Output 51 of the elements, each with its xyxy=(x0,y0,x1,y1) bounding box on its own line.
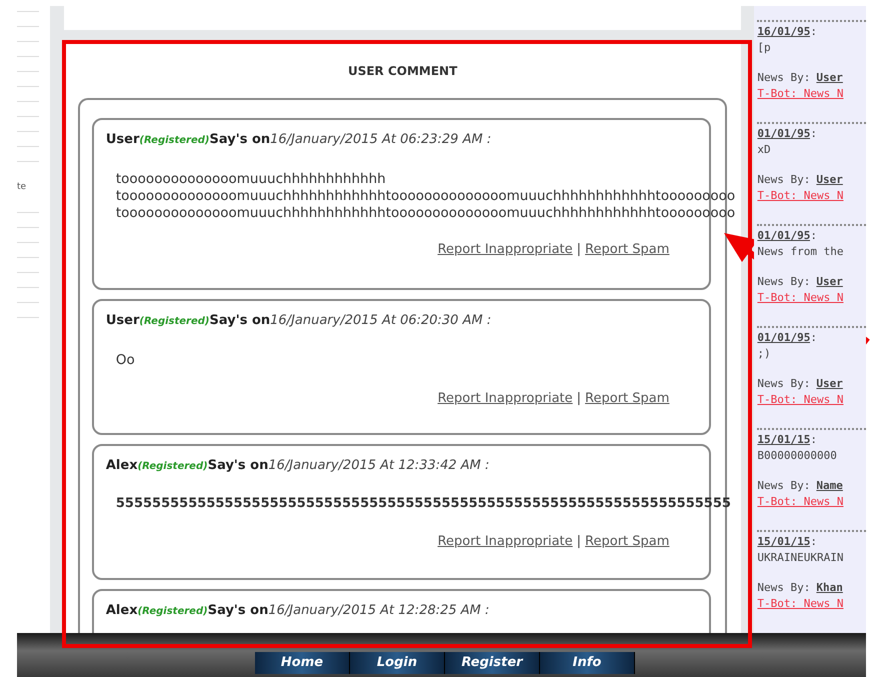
nav-tab[interactable]: Info xyxy=(540,652,635,674)
section-title: USER COMMENT xyxy=(346,64,458,78)
report-link[interactable]: Report Spam xyxy=(585,242,670,257)
nav-tab[interactable]: Login xyxy=(350,652,445,674)
report-link[interactable]: Report Spam xyxy=(585,391,670,406)
comment-date: 16/January/2015 At 12:28:25 AM : xyxy=(268,603,490,618)
comment-text: Oo xyxy=(116,352,135,369)
author-link[interactable]: Name xyxy=(816,479,843,492)
author-link[interactable]: User xyxy=(816,275,843,288)
news-date[interactable]: 15/01/15 xyxy=(757,535,810,548)
report-link[interactable]: Report Inappropriate xyxy=(438,242,573,257)
news-by-label: News By: xyxy=(757,377,810,390)
user-status: (Registered) xyxy=(138,606,208,617)
nav-tab[interactable]: Home xyxy=(255,652,350,674)
news-date[interactable]: 01/01/95 xyxy=(757,331,810,344)
author-name: User xyxy=(106,132,140,147)
says-label: Say's on xyxy=(208,458,268,473)
comment-date: 16/January/2015 At 06:20:30 AM : xyxy=(270,313,492,328)
author-name: Alex xyxy=(106,458,138,473)
report-link[interactable]: Report Inappropriate xyxy=(438,391,573,406)
link-separator: | xyxy=(576,534,582,549)
says-label: Say's on xyxy=(208,603,268,618)
author-name: User xyxy=(106,313,140,328)
comment-date: 16/January/2015 At 06:23:29 AM : xyxy=(270,132,492,147)
cut-text: te xyxy=(17,182,28,192)
nav-tab[interactable]: Register xyxy=(445,652,540,674)
news-date[interactable]: 15/01/15 xyxy=(757,433,810,446)
report-link[interactable]: Report Inappropriate xyxy=(438,534,573,549)
link-separator: | xyxy=(576,391,582,406)
says-label: Say's on xyxy=(210,313,270,328)
report-link[interactable]: Report Spam xyxy=(585,534,670,549)
user-status: (Registered) xyxy=(138,461,208,472)
author-link[interactable]: User xyxy=(816,377,843,390)
author-link[interactable]: User xyxy=(816,71,843,84)
news-by-label: News By: xyxy=(757,173,810,186)
author-link[interactable]: User xyxy=(816,173,843,186)
comment-text: toooooooooooooomuuuchhhhhhhhhhhh xyxy=(116,171,386,188)
news-date[interactable]: 01/01/95 xyxy=(757,127,810,140)
link-separator: | xyxy=(576,242,582,257)
news-by-label: News By: xyxy=(757,275,810,288)
user-status: (Registered) xyxy=(139,316,210,327)
news-by-label: News By: xyxy=(757,581,810,594)
news-by-label: News By: xyxy=(757,479,810,492)
says-label: Say's on xyxy=(210,132,270,147)
news-date[interactable]: 16/01/95 xyxy=(757,25,810,38)
news-by-label: News By: xyxy=(757,71,810,84)
user-status: (Registered) xyxy=(139,135,210,146)
author-link[interactable]: Khan xyxy=(816,581,843,594)
news-date[interactable]: 01/01/95 xyxy=(757,229,810,242)
comment-date: 16/January/2015 At 12:33:42 AM : xyxy=(268,458,490,473)
author-name: Alex xyxy=(106,603,138,618)
